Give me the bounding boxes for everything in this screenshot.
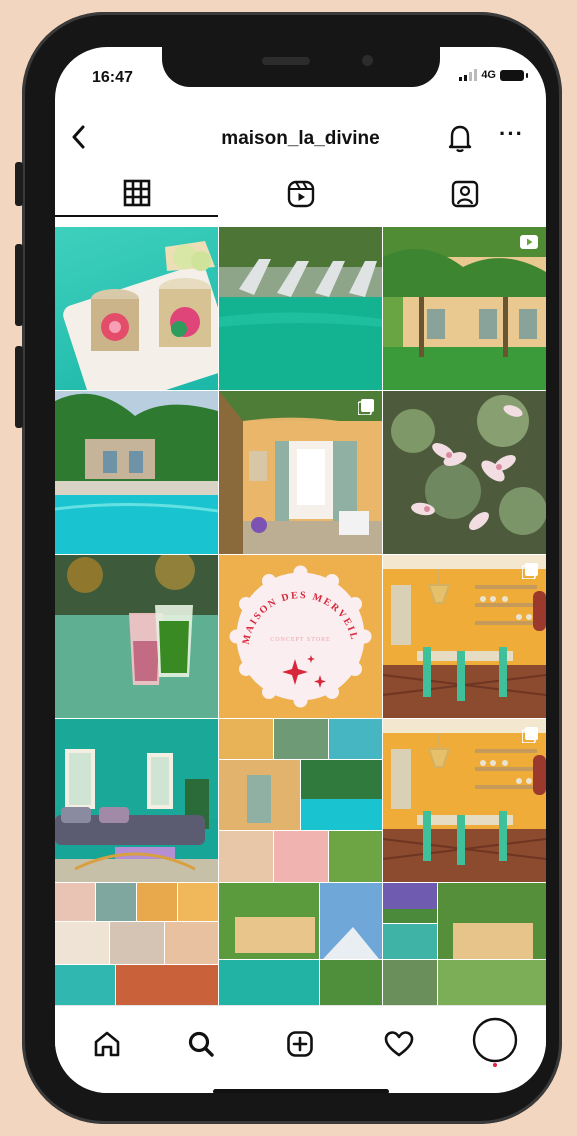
volume-down-button xyxy=(15,346,23,428)
home-icon xyxy=(94,1031,120,1057)
battery-icon xyxy=(500,69,528,81)
post-tile[interactable] xyxy=(55,883,218,1005)
post-tile[interactable] xyxy=(383,227,546,390)
multiple-posts-icon xyxy=(521,727,538,748)
post-tile[interactable] xyxy=(55,227,218,390)
reels-icon xyxy=(287,180,314,208)
profile-header: maison_la_divine ··· xyxy=(55,119,546,159)
nav-activity[interactable] xyxy=(379,1024,419,1064)
post-image xyxy=(383,883,546,1005)
nav-home[interactable] xyxy=(87,1024,127,1064)
tab-grid[interactable] xyxy=(55,173,218,217)
nav-profile[interactable] xyxy=(471,1017,519,1067)
post-tile[interactable] xyxy=(219,227,382,390)
grid-icon xyxy=(123,179,150,207)
post-image xyxy=(55,883,218,1005)
network-type: 4G xyxy=(481,69,496,81)
status-indicators: 4G xyxy=(459,69,528,81)
home-indicator[interactable] xyxy=(213,1089,389,1093)
profile-avatar xyxy=(472,1017,518,1067)
phone-notch xyxy=(162,43,440,87)
more-options-icon[interactable]: ··· xyxy=(499,121,524,147)
multiple-posts-icon xyxy=(357,399,374,420)
post-tile[interactable] xyxy=(55,391,218,554)
volume-up-button xyxy=(15,244,23,326)
signal-icon xyxy=(459,69,478,81)
post-tile[interactable] xyxy=(219,719,382,882)
earpiece-speaker xyxy=(262,57,310,65)
multiple-posts-icon xyxy=(521,563,538,584)
reel-badge-icon xyxy=(520,235,538,254)
silent-switch xyxy=(15,162,23,206)
post-tile-logo[interactable]: LA MAISON DES MERVEILLES CONCEPT STORE xyxy=(219,555,382,718)
profile-tabs xyxy=(55,173,546,217)
post-image xyxy=(63,241,218,390)
tab-reels[interactable] xyxy=(219,173,382,217)
heart-icon xyxy=(384,1031,414,1057)
post-tile[interactable] xyxy=(55,555,218,718)
front-camera xyxy=(362,55,373,66)
bell-icon[interactable] xyxy=(447,123,473,158)
create-icon xyxy=(287,1031,313,1057)
nav-search[interactable] xyxy=(181,1024,221,1064)
post-image xyxy=(219,227,382,390)
status-time: 16:47 xyxy=(92,69,133,86)
post-image xyxy=(383,391,546,554)
post-image xyxy=(55,391,218,554)
post-tile[interactable] xyxy=(383,555,546,718)
tagged-icon xyxy=(451,180,478,208)
concept-store-logo: LA MAISON DES MERVEILLES CONCEPT STORE xyxy=(219,555,372,708)
logo-subtext: CONCEPT STORE xyxy=(270,637,331,643)
post-tile[interactable] xyxy=(383,883,546,1005)
post-image xyxy=(219,883,382,1005)
post-tile[interactable] xyxy=(219,883,382,1005)
post-image xyxy=(55,719,218,882)
post-tile[interactable] xyxy=(383,719,546,882)
tab-tagged[interactable] xyxy=(383,173,546,217)
post-tile[interactable] xyxy=(55,719,218,882)
bottom-navigation xyxy=(55,1005,546,1093)
posts-grid: LA MAISON DES MERVEILLES CONCEPT STORE xyxy=(55,227,546,1005)
post-image xyxy=(219,719,382,882)
search-icon xyxy=(188,1031,214,1057)
nav-create[interactable] xyxy=(280,1024,320,1064)
post-image xyxy=(55,555,218,718)
post-tile[interactable] xyxy=(219,391,382,554)
app-screen: 16:47 4G maison_la_divine ··· MAISON DES… xyxy=(55,47,546,1093)
post-tile[interactable] xyxy=(383,391,546,554)
